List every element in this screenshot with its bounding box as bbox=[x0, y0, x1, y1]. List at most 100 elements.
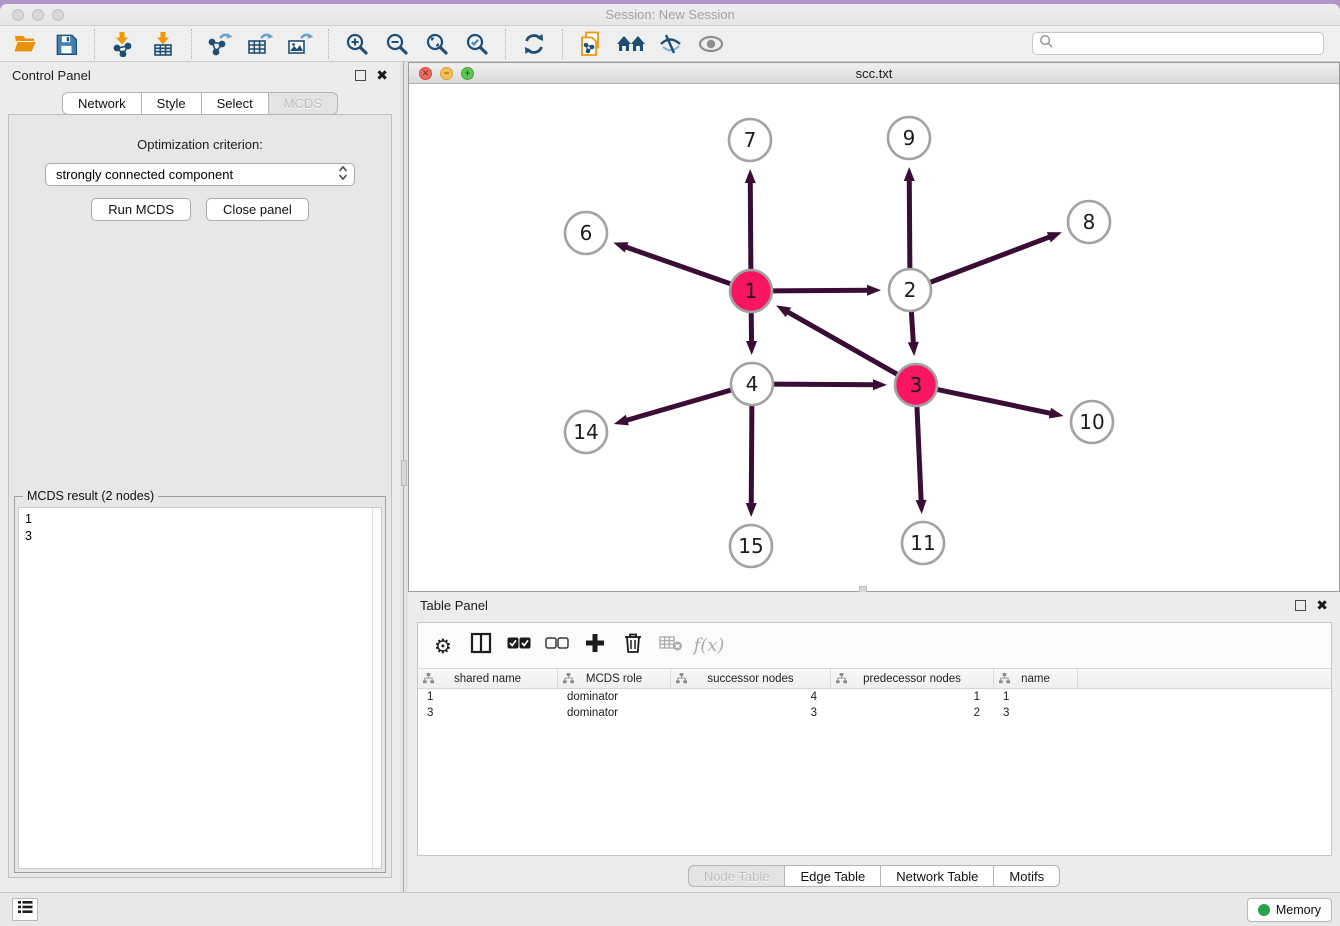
cell[interactable]: 1 bbox=[831, 691, 994, 703]
tab-edge-table[interactable]: Edge Table bbox=[784, 865, 881, 887]
export-image-button[interactable] bbox=[280, 28, 320, 60]
edge-4-3[interactable] bbox=[771, 384, 876, 385]
tab-network-table[interactable]: Network Table bbox=[880, 865, 994, 887]
edge-1-7[interactable] bbox=[750, 180, 751, 272]
edge-2-8[interactable] bbox=[928, 236, 1052, 283]
zoom-in-icon bbox=[345, 32, 369, 56]
tab-motifs[interactable]: Motifs bbox=[993, 865, 1060, 887]
column-tree-icon bbox=[836, 673, 847, 687]
edge-4-14[interactable] bbox=[624, 389, 733, 421]
run-mcds-button[interactable]: Run MCDS bbox=[91, 198, 191, 221]
add-column-button[interactable] bbox=[578, 629, 612, 663]
column-header-name[interactable]: name bbox=[994, 669, 1078, 688]
cell[interactable]: 3 bbox=[671, 707, 831, 719]
tab-style[interactable]: Style bbox=[141, 92, 202, 115]
clone-network-button[interactable] bbox=[571, 28, 611, 60]
close-panel-button[interactable]: Close panel bbox=[206, 198, 309, 221]
cell[interactable]: 1 bbox=[418, 691, 558, 703]
search-icon bbox=[1039, 34, 1054, 54]
zoom-fit-button[interactable] bbox=[417, 28, 457, 60]
edge-2-3[interactable] bbox=[911, 309, 913, 345]
arrowhead bbox=[1047, 232, 1062, 242]
open-session-button[interactable] bbox=[6, 28, 46, 60]
memory-button[interactable]: Memory bbox=[1247, 898, 1332, 922]
optimization-dropdown[interactable]: strongly connected component bbox=[45, 163, 355, 186]
deselect-all-button[interactable] bbox=[540, 629, 574, 663]
two-houses-button[interactable] bbox=[611, 28, 651, 60]
import-network-icon bbox=[111, 31, 135, 57]
toggle-details-button[interactable] bbox=[651, 28, 691, 60]
delete-table-button[interactable] bbox=[654, 629, 688, 663]
column-header-shared-name[interactable]: shared name bbox=[418, 669, 558, 688]
zoom-out-button[interactable] bbox=[377, 28, 417, 60]
close-panel-icon[interactable]: ✖ bbox=[376, 68, 388, 82]
node-label-7: 7 bbox=[744, 128, 757, 152]
zoom-selected-button[interactable] bbox=[457, 28, 497, 60]
cell[interactable]: 3 bbox=[418, 707, 558, 719]
column-header-MCDS-role[interactable]: MCDS role bbox=[558, 669, 671, 688]
table-row[interactable]: 3dominator323 bbox=[418, 705, 1331, 721]
column-header-predecessor-nodes[interactable]: predecessor nodes bbox=[831, 669, 994, 688]
table-panel: Table Panel ✖ ⚙ f(x) sha bbox=[408, 592, 1340, 892]
arrowhead bbox=[746, 341, 757, 355]
edge-3-10[interactable] bbox=[935, 389, 1053, 414]
import-table-button[interactable] bbox=[143, 28, 183, 60]
export-network-button[interactable] bbox=[200, 28, 240, 60]
optimization-label: Optimization criterion: bbox=[9, 137, 391, 152]
refresh-icon bbox=[522, 32, 546, 56]
vertical-splitter[interactable] bbox=[400, 62, 408, 892]
import-network-button[interactable] bbox=[103, 28, 143, 60]
search-field[interactable] bbox=[1032, 32, 1324, 55]
cell[interactable]: 1 bbox=[994, 691, 1078, 703]
show-details-button[interactable] bbox=[691, 28, 731, 60]
mcds-result-list[interactable]: 1 3 bbox=[18, 507, 382, 869]
float-panel-icon[interactable] bbox=[355, 70, 366, 81]
tab-node-table[interactable]: Node Table bbox=[688, 865, 786, 887]
column-header-successor-nodes[interactable]: successor nodes bbox=[671, 669, 831, 688]
cell[interactable]: 3 bbox=[994, 707, 1078, 719]
refresh-layout-button[interactable] bbox=[514, 28, 554, 60]
tab-network[interactable]: Network bbox=[62, 92, 142, 115]
open-folder-icon bbox=[13, 32, 39, 56]
edge-3-1[interactable] bbox=[786, 311, 900, 376]
node-label-8: 8 bbox=[1083, 210, 1096, 234]
edge-4-15[interactable] bbox=[751, 403, 752, 506]
network-window-title: scc.txt bbox=[409, 66, 1339, 81]
network-canvas[interactable]: 7968124314101511 bbox=[409, 84, 1339, 591]
column-display-button[interactable] bbox=[464, 629, 498, 663]
search-input[interactable] bbox=[1054, 37, 1317, 51]
dropdown-value: strongly connected component bbox=[56, 167, 338, 182]
edge-2-9[interactable] bbox=[909, 178, 910, 271]
delete-column-button[interactable] bbox=[616, 629, 650, 663]
cell[interactable]: 2 bbox=[831, 707, 994, 719]
table-settings-button[interactable]: ⚙ bbox=[426, 629, 460, 663]
export-table-button[interactable] bbox=[240, 28, 280, 60]
cell[interactable]: 4 bbox=[671, 691, 831, 703]
splitter-handle[interactable] bbox=[401, 460, 407, 486]
tab-select[interactable]: Select bbox=[201, 92, 269, 115]
result-scrollbar[interactable] bbox=[372, 508, 381, 868]
cell[interactable]: dominator bbox=[558, 707, 671, 719]
edge-1-2[interactable] bbox=[770, 290, 870, 291]
mcds-result-group: MCDS result (2 nodes) 1 3 bbox=[14, 496, 386, 873]
list-icon bbox=[17, 900, 33, 919]
clone-network-icon bbox=[579, 31, 603, 57]
task-history-button[interactable] bbox=[12, 898, 38, 921]
cell[interactable]: dominator bbox=[558, 691, 671, 703]
function-builder-button[interactable]: f(x) bbox=[692, 629, 726, 663]
tab-mcds[interactable]: MCDS bbox=[268, 92, 338, 115]
stepper-arrows-icon bbox=[338, 165, 348, 184]
select-all-button[interactable] bbox=[502, 629, 536, 663]
edge-3-11[interactable] bbox=[917, 404, 921, 503]
zoom-selected-icon bbox=[465, 32, 489, 56]
edge-1-6[interactable] bbox=[624, 246, 733, 284]
delete-table-icon bbox=[659, 634, 683, 657]
memory-label: Memory bbox=[1276, 903, 1321, 917]
close-panel-icon[interactable]: ✖ bbox=[1316, 598, 1328, 612]
table-row[interactable]: 1dominator411 bbox=[418, 689, 1331, 705]
app-titlebar: Session: New Session bbox=[0, 4, 1340, 26]
zoom-in-button[interactable] bbox=[337, 28, 377, 60]
save-session-button[interactable] bbox=[46, 28, 86, 60]
float-panel-icon[interactable] bbox=[1295, 600, 1306, 611]
network-window-titlebar[interactable]: ✕ − + scc.txt bbox=[409, 63, 1339, 84]
